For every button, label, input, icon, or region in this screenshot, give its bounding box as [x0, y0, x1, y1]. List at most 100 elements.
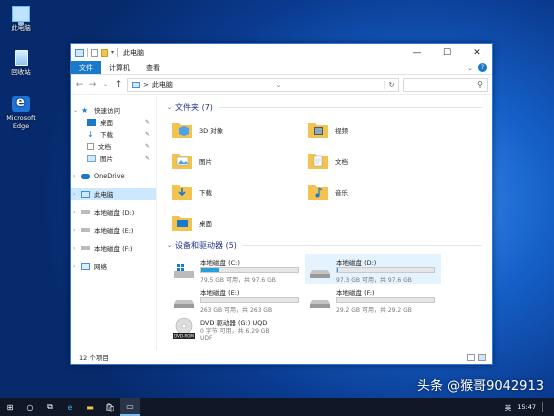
address-box[interactable]: > 此电脑 ⌄ ↻ [127, 77, 399, 92]
drive-item-f[interactable]: 本地磁盘 (F:) 29.2 GB 可用，共 29.2 GB [305, 284, 441, 314]
download-icon: ↓ [87, 129, 94, 139]
new-folder-icon[interactable] [101, 48, 108, 57]
sidebar-item-desktop[interactable]: 桌面 ✎ [71, 116, 156, 128]
drive-icon [174, 300, 194, 308]
folder-item[interactable]: 音乐 [307, 176, 443, 207]
star-icon: ★ [81, 105, 89, 115]
recent-locations-icon[interactable]: ⌄ [101, 81, 110, 88]
folders-grid: 3D 对象 视频 图片 文档 下载 音乐 桌面 [167, 114, 492, 238]
sidebar-item-drive-e[interactable]: › 本地磁盘 (E:) [71, 224, 156, 236]
back-icon[interactable]: ← [75, 80, 84, 90]
drive-item-d[interactable]: 本地磁盘 (D:) 97.3 GB 可用，共 97.6 GB [305, 254, 441, 284]
folder-item[interactable]: 图片 [171, 145, 307, 176]
sidebar-item-network[interactable]: › 网络 [71, 260, 156, 272]
customize-toolbar-icon[interactable]: ▾ [111, 49, 114, 56]
drive-item-g[interactable]: DVD-ROM DVD 驱动器 (G:) UQD 0 字节 可用，共 6.29 … [169, 314, 305, 344]
3d-objects-icon [172, 123, 192, 138]
file-explorer-icon[interactable]: ▬ [80, 398, 100, 416]
chevron-down-icon[interactable]: ⌄ [167, 242, 172, 249]
window-title: 此电脑 [123, 48, 145, 57]
pin-icon[interactable]: ✎ [145, 131, 150, 138]
folder-label: 图片 [199, 157, 212, 166]
chevron-right-icon[interactable]: › [73, 173, 75, 180]
chevron-right-icon[interactable]: › [73, 191, 75, 198]
computer-icon [81, 190, 90, 198]
desktop-icon-recycle-bin[interactable]: 回收站 [6, 50, 36, 76]
sidebar-item-downloads[interactable]: ↓ 下载 ✎ [71, 128, 156, 140]
show-desktop-button[interactable] [542, 402, 548, 412]
sidebar-item-pictures[interactable]: 图片 ✎ [71, 152, 156, 164]
pin-icon[interactable]: ✎ [145, 143, 150, 150]
store-icon[interactable]: 🛍 [100, 398, 120, 416]
sidebar-item-onedrive[interactable]: › OneDrive [71, 170, 156, 182]
edge-icon[interactable]: e [60, 398, 80, 416]
large-icons-view-icon[interactable] [478, 353, 486, 361]
drives-group-header[interactable]: ⌄ 设备和驱动器 (5) [167, 238, 492, 252]
divider [87, 48, 88, 57]
chevron-right-icon[interactable]: › [73, 263, 75, 270]
details-view-icon[interactable] [467, 353, 475, 361]
address-separator: > [143, 80, 149, 89]
address-bar-row: ← → ⌄ ↑ > 此电脑 ⌄ ↻ ⚲ [71, 75, 492, 95]
drive-item-e[interactable]: 本地磁盘 (E:) 263 GB 可用，共 263 GB [169, 284, 305, 314]
maximize-button[interactable]: ☐ [432, 44, 462, 61]
help-icon[interactable]: ? [478, 63, 487, 72]
breadcrumb[interactable]: 此电脑 [152, 80, 173, 90]
start-icon[interactable]: ⊞ [0, 398, 20, 416]
folder-item[interactable]: 桌面 [171, 207, 307, 238]
folder-item[interactable]: 文档 [307, 145, 443, 176]
folder-label: 桌面 [199, 219, 212, 228]
desktop-icon-this-pc[interactable]: 此电脑 [6, 6, 36, 32]
up-icon[interactable]: ↑ [114, 80, 123, 90]
watermark: 头条 @猴哥9042913 [416, 379, 544, 394]
sidebar-item-quick-access[interactable]: ⌄ ★ 快速访问 [71, 104, 156, 116]
pin-icon[interactable]: ✎ [145, 119, 150, 126]
refresh-icon[interactable]: ↻ [384, 80, 398, 89]
chevron-right-icon[interactable]: › [73, 245, 75, 252]
title-bar[interactable]: ▾ 此电脑 — ☐ ✕ [71, 44, 492, 61]
minimize-button[interactable]: — [402, 44, 432, 61]
drive-filesystem: UDF [200, 335, 213, 342]
sidebar-item-documents[interactable]: 文档 ✎ [71, 140, 156, 152]
sidebar-item-this-pc[interactable]: › 此电脑 [71, 188, 156, 200]
forward-icon[interactable]: → [88, 80, 97, 90]
sidebar-item-drive-f[interactable]: › 本地磁盘 (F:) [71, 242, 156, 254]
expand-ribbon-icon[interactable]: ⌄ [467, 64, 473, 72]
drive-icon [310, 270, 330, 278]
drive-item-c[interactable]: 本地磁盘 (C:) 79.5 GB 可用，共 97.6 GB [169, 254, 305, 284]
chevron-down-icon[interactable]: ⌄ [167, 104, 172, 111]
tab-file[interactable]: 文件 [71, 61, 101, 74]
sidebar-item-label: 图片 [100, 155, 113, 163]
folder-item[interactable]: 视频 [307, 114, 443, 145]
clock[interactable]: 15:47 [517, 403, 536, 411]
sidebar-item-drive-d[interactable]: › 本地磁盘 (D:) [71, 206, 156, 218]
tab-view[interactable]: 查看 [138, 61, 168, 74]
drives-grid: 本地磁盘 (C:) 79.5 GB 可用，共 97.6 GB 本地磁盘 (D:)… [167, 254, 492, 344]
folder-item[interactable]: 3D 对象 [171, 114, 307, 145]
drive-usage-bar [336, 297, 435, 303]
group-title: 设备和驱动器 (5) [175, 240, 237, 250]
desktop-icon-edge[interactable]: Microsoft Edge [6, 96, 36, 130]
close-button[interactable]: ✕ [462, 44, 492, 61]
desktop-icon [87, 118, 96, 126]
cloud-icon [81, 173, 90, 179]
sidebar-item-label: OneDrive [94, 172, 125, 180]
videos-icon [308, 123, 328, 138]
chevron-down-icon[interactable]: ⌄ [276, 81, 282, 89]
search-input[interactable]: ⚲ [403, 77, 488, 92]
drive-free-space: 97.3 GB 可用，共 97.6 GB [336, 277, 412, 284]
search-icon[interactable]: ○ [20, 398, 40, 416]
drive-usage-bar [200, 267, 299, 273]
task-view-icon[interactable]: ⧉ [40, 398, 60, 416]
chevron-right-icon[interactable]: › [73, 227, 75, 234]
this-pc-taskbar-icon[interactable]: ▭ [120, 398, 140, 416]
input-language[interactable]: 英 [505, 402, 512, 412]
pin-icon[interactable]: ✎ [145, 155, 150, 162]
chevron-right-icon[interactable]: › [73, 209, 75, 216]
folders-group-header[interactable]: ⌄ 文件夹 (7) [167, 100, 492, 114]
properties-icon[interactable] [91, 48, 98, 57]
chevron-down-icon[interactable]: ⌄ [73, 107, 78, 114]
tab-computer[interactable]: 计算机 [101, 61, 138, 74]
network-icon [81, 262, 90, 270]
folder-item[interactable]: 下载 [171, 176, 307, 207]
